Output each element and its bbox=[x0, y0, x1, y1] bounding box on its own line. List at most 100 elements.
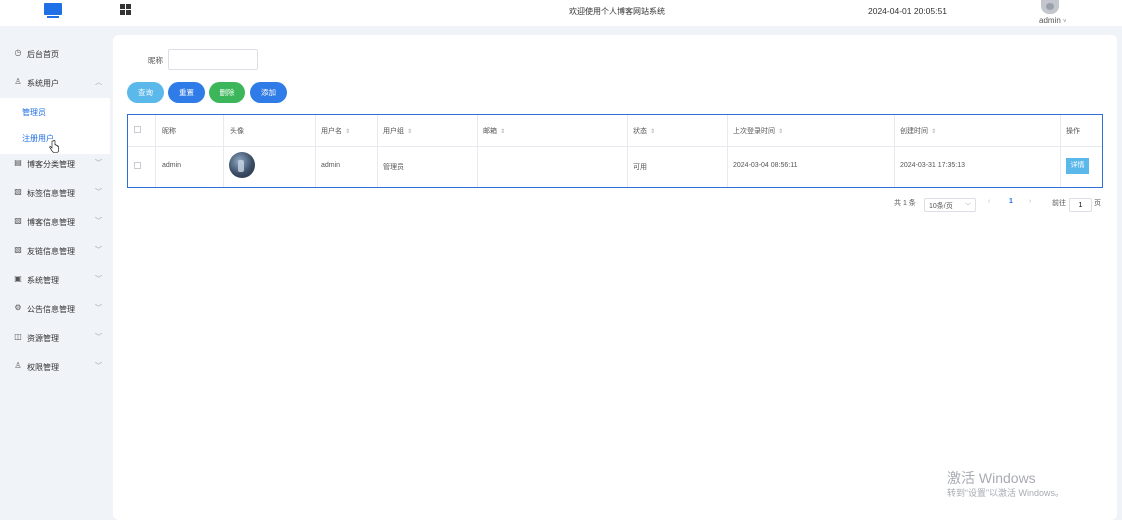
col-header-label: 邮箱 bbox=[483, 128, 497, 135]
monitor-logo-icon[interactable] bbox=[44, 3, 62, 19]
chevron-down-icon: ﹀ bbox=[95, 247, 102, 254]
col-header-created[interactable]: 创建时间 ⇕ bbox=[900, 126, 936, 136]
users-table: 昵称 头像 用户名 ⇕ 用户组 ⇕ 邮箱 ⇕ 状态 ⇕ 上次登录时间 ⇕ 创建时间 ⇕ 操作… bbox=[127, 114, 1103, 188]
search-label: 昵称 bbox=[148, 56, 163, 65]
col-header-status[interactable]: 状态 ⇕ bbox=[633, 126, 655, 136]
sidebar-item-label: 资源管理 bbox=[27, 334, 59, 343]
user-icon: ♙ bbox=[14, 77, 22, 86]
chevron-down-icon: ﹀ bbox=[95, 189, 102, 196]
sort-icon: ⇕ bbox=[500, 129, 506, 135]
chevron-down-icon: ˅ bbox=[1063, 19, 1067, 25]
grid-cell bbox=[126, 4, 131, 9]
column-divider bbox=[894, 115, 895, 187]
header-datetime: 2024-04-01 20:05:51 bbox=[868, 6, 947, 16]
detail-button[interactable]: 详情 bbox=[1066, 158, 1089, 174]
chevron-down-icon: ﹀ bbox=[95, 276, 102, 283]
goto-suffix: 页 bbox=[1094, 200, 1101, 207]
delete-button[interactable]: 删除 bbox=[209, 82, 245, 103]
sidebar-item-system-users[interactable]: ♙ 系统用户 ︿ bbox=[0, 73, 110, 93]
chevron-down-icon: ﹀ bbox=[95, 305, 102, 312]
user-avatar[interactable] bbox=[1041, 0, 1059, 14]
sidebar-item-tags[interactable]: ▧ 标签信息管理 ﹀ bbox=[0, 183, 110, 203]
username: admin bbox=[1039, 16, 1061, 25]
sidebar-item-resources[interactable]: ◫ 资源管理 ﹀ bbox=[0, 328, 110, 348]
select-all-checkbox[interactable] bbox=[134, 126, 141, 133]
col-header-last-login[interactable]: 上次登录时间 ⇕ bbox=[733, 126, 783, 136]
sidebar-item-blog-category[interactable]: ▤ 博客分类管理 ﹀ bbox=[0, 154, 110, 174]
sidebar-item-label: 友链信息管理 bbox=[27, 247, 75, 256]
col-header-nickname: 昵称 bbox=[162, 128, 176, 135]
row-checkbox[interactable] bbox=[134, 162, 141, 169]
chevron-up-icon: ︿ bbox=[95, 79, 102, 86]
sidebar-item-label: 后台首页 bbox=[27, 50, 59, 59]
cell-created: 2024-03-31 17:35:13 bbox=[900, 162, 965, 169]
user-menu[interactable]: admin ˅ bbox=[1039, 16, 1067, 25]
col-header-label: 用户组 bbox=[383, 128, 404, 135]
column-divider bbox=[223, 115, 224, 187]
doc-icon: ▧ bbox=[14, 216, 22, 225]
sort-icon: ⇕ bbox=[931, 129, 937, 135]
main-panel: 昵称 查询 重置 删除 添加 昵称 头像 用户名 ⇕ 用户组 ⇕ 邮箱 ⇕ 状态 ⇕ 上… bbox=[113, 35, 1117, 520]
cell-last-login: 2024-03-04 08:56:11 bbox=[733, 162, 798, 169]
column-divider bbox=[727, 115, 728, 187]
grid-cell bbox=[120, 4, 125, 9]
chevron-down-icon: ﹀ bbox=[95, 160, 102, 167]
pagination-total: 共 1 条 bbox=[894, 200, 916, 207]
windows-watermark-title: 激活 Windows bbox=[947, 470, 1036, 486]
header-divider bbox=[128, 146, 1102, 147]
col-header-actions: 操作 bbox=[1066, 128, 1080, 135]
sidebar-item-system[interactable]: ▣ 系统管理 ﹀ bbox=[0, 270, 110, 290]
add-button[interactable]: 添加 bbox=[250, 82, 287, 103]
col-header-avatar: 头像 bbox=[230, 128, 244, 135]
sidebar-item-permissions[interactable]: ♙ 权限管理 ﹀ bbox=[0, 357, 110, 377]
grid-cell bbox=[120, 10, 125, 15]
col-header-group[interactable]: 用户组 ⇕ bbox=[383, 126, 412, 136]
page-number-current[interactable]: 1 bbox=[1009, 198, 1013, 212]
monitor-stand bbox=[47, 16, 59, 18]
sort-icon: ⇕ bbox=[650, 129, 656, 135]
tag-icon: ▧ bbox=[14, 187, 22, 196]
sidebar-item-label: 系统用户 bbox=[27, 79, 59, 88]
col-header-email[interactable]: 邮箱 ⇕ bbox=[483, 126, 505, 136]
column-divider bbox=[155, 115, 156, 187]
row-avatar-image bbox=[229, 152, 255, 178]
sidebar-item-dashboard[interactable]: ◷ 后台首页 bbox=[0, 44, 110, 64]
top-header: 欢迎使用个人博客网站系统 2024-04-01 20:05:51 admin ˅ bbox=[0, 0, 1122, 26]
goto-page-input[interactable] bbox=[1069, 198, 1092, 212]
sort-icon: ⇕ bbox=[778, 129, 784, 135]
settings-icon: ⚙ bbox=[14, 303, 22, 312]
column-divider bbox=[1060, 115, 1061, 187]
chevron-down-icon: ﹀ bbox=[95, 334, 102, 341]
sidebar-item-friend-links[interactable]: ▧ 友链信息管理 ﹀ bbox=[0, 241, 110, 261]
chevron-down-icon: ﹀ bbox=[95, 218, 102, 225]
sidebar-item-label: 公告信息管理 bbox=[27, 305, 75, 314]
column-divider bbox=[477, 115, 478, 187]
sidebar-item-blogs[interactable]: ▧ 博客信息管理 ﹀ bbox=[0, 212, 110, 232]
col-header-label: 上次登录时间 bbox=[733, 128, 775, 135]
menu-grid-icon[interactable] bbox=[120, 4, 131, 15]
query-button[interactable]: 查询 bbox=[127, 82, 164, 103]
header-title: 欢迎使用个人博客网站系统 bbox=[569, 7, 665, 16]
prev-page-icon[interactable]: ‹ bbox=[988, 198, 990, 212]
col-header-username[interactable]: 用户名 ⇕ bbox=[321, 126, 350, 136]
col-header-label: 用户名 bbox=[321, 128, 342, 135]
page-size-value: 10条/页 bbox=[929, 203, 953, 210]
next-page-icon[interactable]: › bbox=[1029, 198, 1031, 212]
sort-icon: ⇕ bbox=[407, 129, 413, 135]
reset-button[interactable]: 重置 bbox=[168, 82, 205, 103]
hand-cursor-icon bbox=[49, 140, 59, 153]
clock-icon: ◷ bbox=[14, 48, 22, 57]
windows-watermark-subtitle: 转到“设置”以激活 Windows。 bbox=[947, 488, 1065, 498]
sort-icon: ⇕ bbox=[345, 129, 351, 135]
sidebar: 管理员 注册用户 ◷ 后台首页 ♙ 系统用户 ︿ ▤ 博客分类管理 ﹀ ▧ 标签… bbox=[0, 39, 110, 520]
nickname-search-input[interactable] bbox=[168, 49, 258, 70]
monitor-screen bbox=[44, 3, 62, 15]
link-icon: ▧ bbox=[14, 245, 22, 254]
sidebar-item-announcements[interactable]: ⚙ 公告信息管理 ﹀ bbox=[0, 299, 110, 319]
sidebar-subitem-admin[interactable]: 管理员 bbox=[22, 107, 46, 118]
cell-group: 管理员 bbox=[383, 164, 404, 171]
resource-icon: ◫ bbox=[14, 332, 22, 341]
cell-username: admin bbox=[321, 162, 341, 169]
goto-label: 前往 bbox=[1052, 200, 1066, 207]
page-size-select[interactable]: 10条/页 ﹀ bbox=[924, 198, 976, 212]
